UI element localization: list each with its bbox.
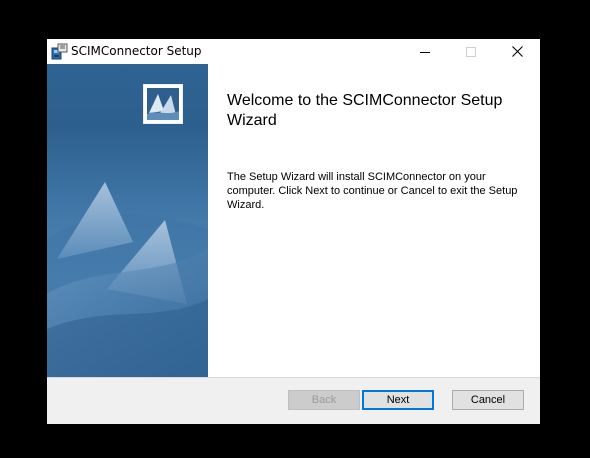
welcome-description: The Setup Wizard will install SCIMConnec…	[227, 171, 518, 211]
minimize-button[interactable]	[402, 39, 448, 64]
wizard-side-banner	[47, 64, 208, 377]
setup-window: SCIMConnector Setup Welcome to the SCIMC…	[47, 39, 540, 424]
wizard-content: Welcome to the SCIMConnector Setup Wizar…	[208, 64, 540, 377]
maximize-button[interactable]	[448, 39, 494, 64]
button-bar: Back Next Cancel	[47, 377, 540, 424]
welcome-heading: Welcome to the SCIMConnector Setup Wizar…	[227, 92, 503, 129]
maximize-icon	[466, 46, 476, 57]
close-button[interactable]	[494, 39, 540, 64]
close-icon	[511, 46, 523, 57]
minimize-icon	[420, 51, 430, 53]
next-button[interactable]: Next	[362, 390, 434, 410]
banner-artwork	[47, 182, 208, 377]
cancel-button[interactable]: Cancel	[452, 390, 524, 410]
title-bar[interactable]: SCIMConnector Setup	[47, 39, 540, 64]
product-logo	[143, 84, 183, 124]
window-title: SCIMConnector Setup	[71, 44, 202, 58]
back-button[interactable]: Back	[288, 390, 360, 410]
installer-icon	[51, 43, 68, 60]
